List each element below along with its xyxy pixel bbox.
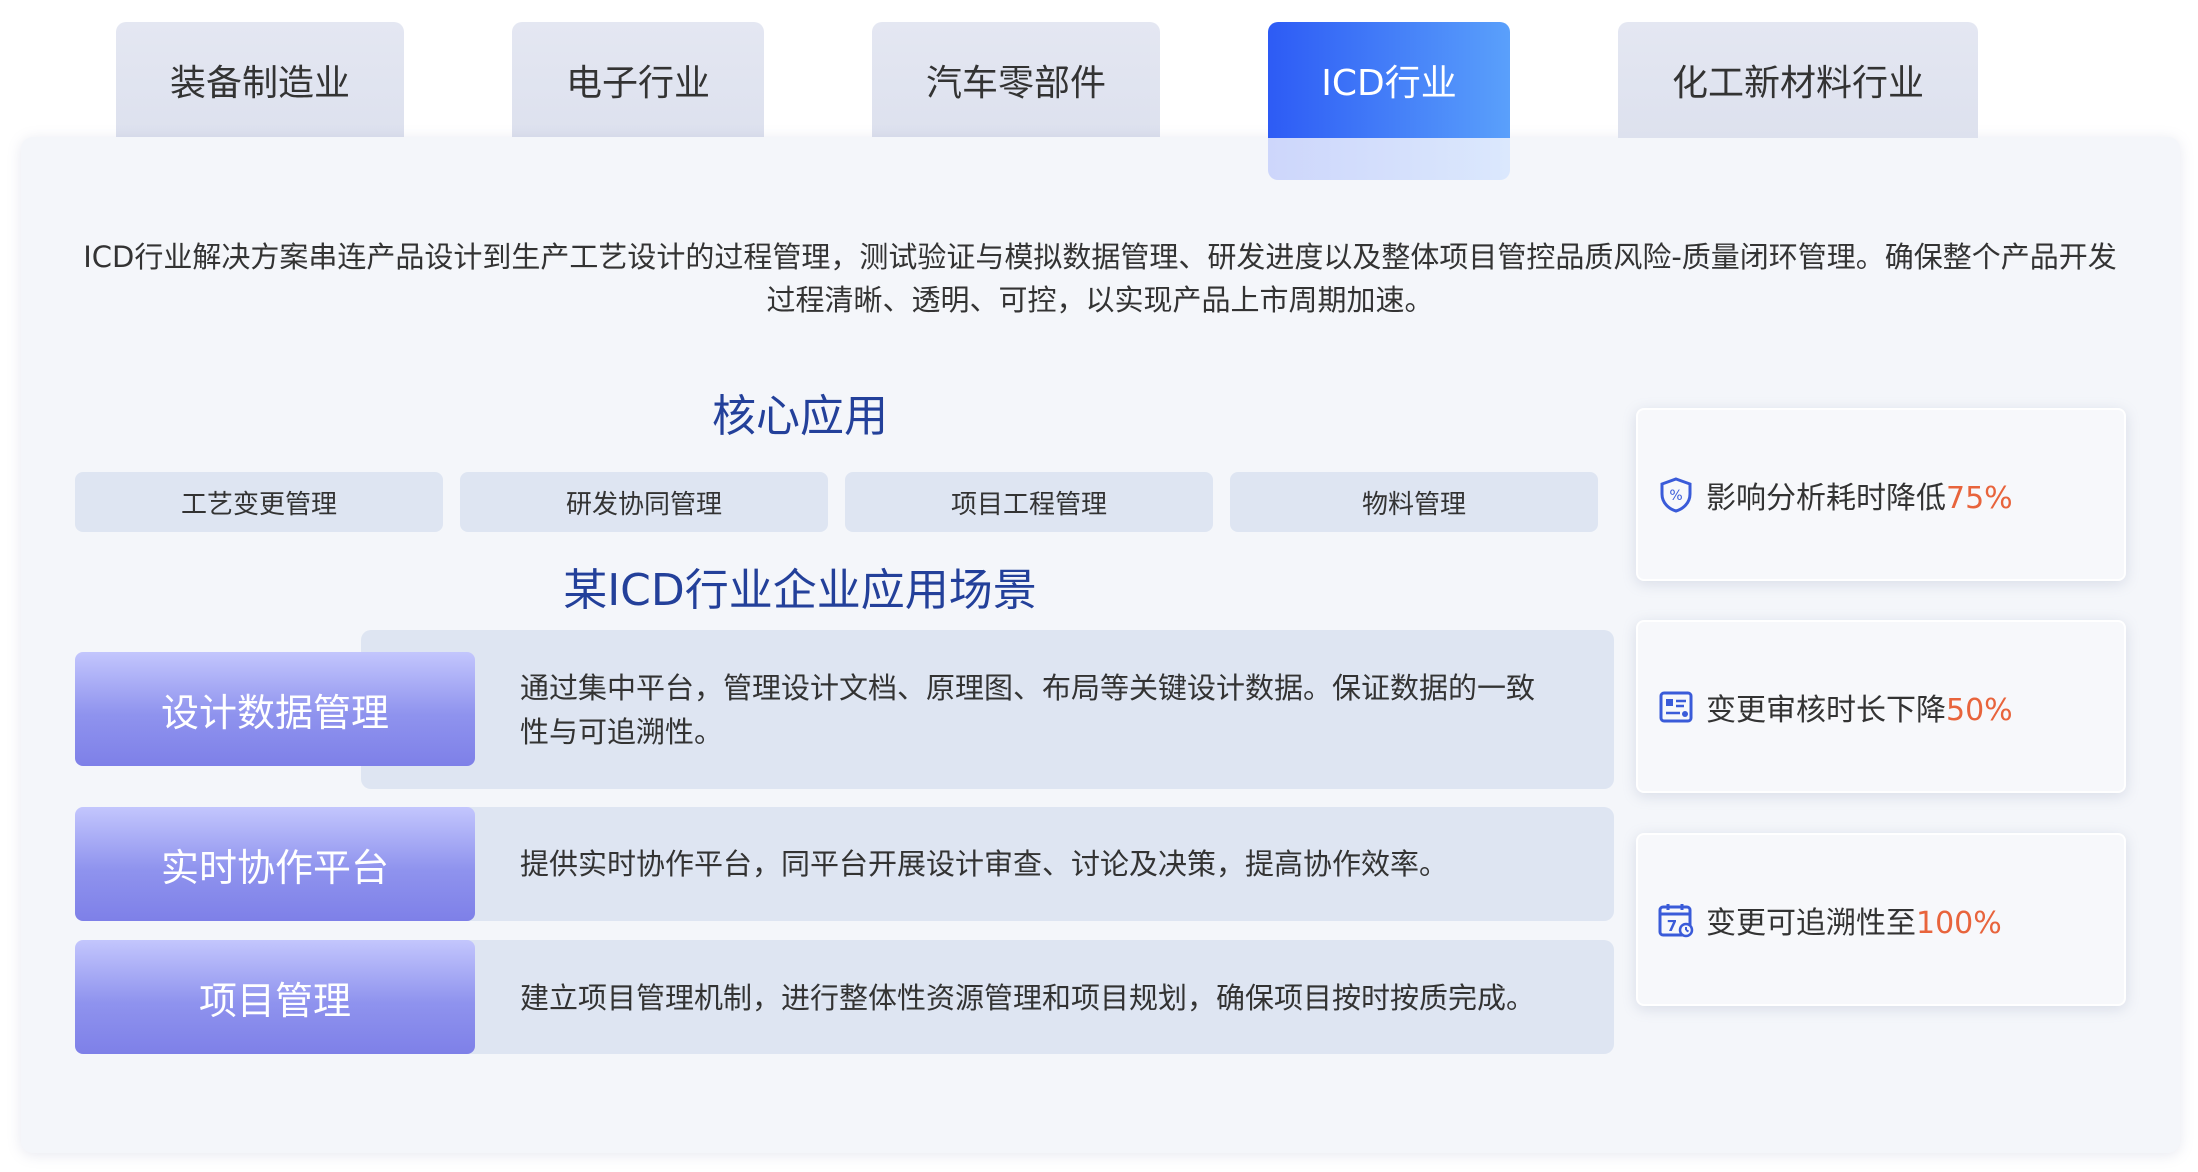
scenes-title: 某ICD行业企业应用场景 [563,565,1037,616]
chip-rd-collaboration[interactable]: 研发协同管理 [460,472,828,532]
tab-equipment-manufacturing[interactable]: 装备制造业 [116,22,404,138]
scene-label-text: 设计数据管理 [160,690,389,735]
chip-label: 工艺变更管理 [180,489,337,520]
chip-label: 项目工程管理 [950,489,1107,520]
tab-label: 装备制造业 [169,63,350,104]
chip-label: 研发协同管理 [565,489,722,520]
scene-label-text: 项目管理 [198,978,351,1023]
active-tab-indicator [1268,138,1510,180]
scene-text-collaboration: 提供实时协作平台，同平台开展设计审查、讨论及决策，提高协作效率。 [520,847,1449,881]
stat-value: 100% [1916,905,2002,941]
tab-label: 电子行业 [565,63,710,104]
chip-material[interactable]: 物料管理 [1230,472,1598,532]
stat-text: 变更审核时长下降50% [1706,692,2013,728]
stat-value: 75% [1946,480,2013,516]
stat-card-traceability: 7 变更可追溯性至100% [1636,833,2126,1006]
scene-label-text: 实时协作平台 [160,845,389,890]
stat-text: 变更可追溯性至100% [1706,905,2002,941]
chip-project-engineering[interactable]: 项目工程管理 [845,472,1213,532]
scene-label-design-data[interactable]: 设计数据管理 [75,652,475,766]
tab-electronics[interactable]: 电子行业 [512,22,764,138]
tab-chemical-materials[interactable]: 化工新材料行业 [1618,22,1978,138]
svg-text:7: 7 [1667,917,1677,935]
scene-text-design-data: 通过集中平台，管理设计文档、原理图、布局等关键设计数据。保证数据的一致性与可追溯… [520,671,1536,749]
tab-icd[interactable]: ICD行业 [1268,22,1510,138]
core-title: 核心应用 [712,391,888,442]
stat-card-review-time: 变更审核时长下降50% [1636,620,2126,793]
tab-auto-parts[interactable]: 汽车零部件 [872,22,1160,138]
review-list-icon [1658,689,1694,725]
scene-label-collaboration[interactable]: 实时协作平台 [75,807,475,921]
intro-text: ICD行业解决方案串连产品设计到生产工艺设计的过程管理，测试验证与模拟数据管理、… [83,240,2117,317]
stat-value: 50% [1946,692,2013,728]
scene-label-project[interactable]: 项目管理 [75,940,475,1054]
chip-process-change[interactable]: 工艺变更管理 [75,472,443,532]
tab-label: 汽车零部件 [925,63,1106,104]
scene-text-project: 建立项目管理机制，进行整体性资源管理和项目规划，确保项目按时按质完成。 [520,981,1536,1015]
tab-label: 化工新材料行业 [1671,63,1924,104]
stat-card-impact-analysis: % 影响分析耗时降低75% [1636,408,2126,581]
svg-text:%: % [1669,488,1682,504]
shield-percent-icon: % [1658,476,1694,513]
tab-label: ICD行业 [1321,63,1457,104]
chip-label: 物料管理 [1361,489,1466,520]
calendar-seven-icon: 7 [1658,902,1694,938]
stat-text: 影响分析耗时降低75% [1706,480,2013,516]
